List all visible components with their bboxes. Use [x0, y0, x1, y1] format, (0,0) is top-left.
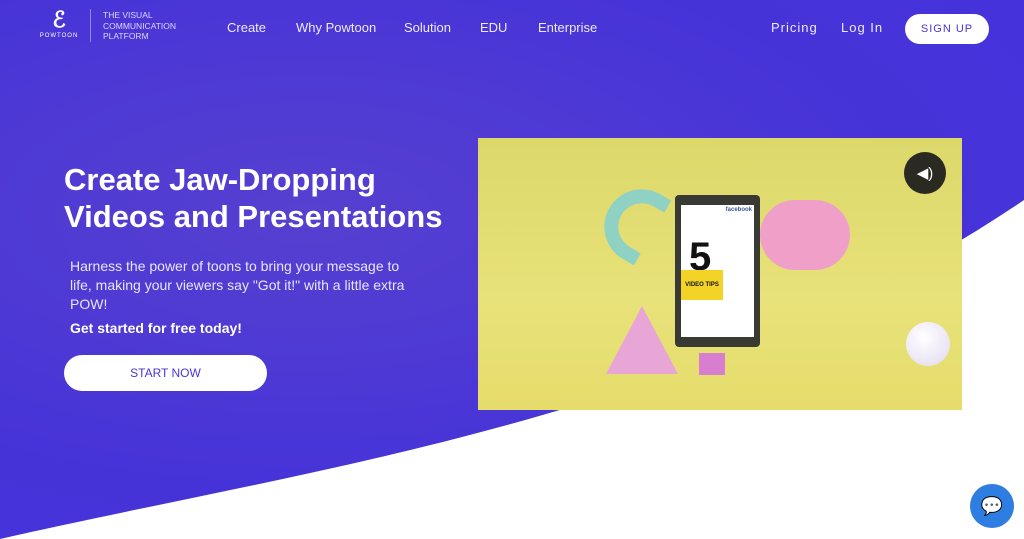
nav-create[interactable]: Create	[227, 20, 266, 35]
nav-login[interactable]: Log In	[841, 20, 883, 35]
tagline-line: PLATFORM	[103, 31, 149, 41]
logo-word: POWTOON	[39, 33, 79, 39]
sphere-shape	[906, 322, 950, 366]
cone-shape	[606, 306, 678, 374]
signup-button[interactable]: SIGN UP	[905, 14, 989, 44]
nav-enterprise[interactable]: Enterprise	[538, 20, 597, 35]
cube-shape	[699, 353, 725, 375]
title-line: Videos and Presentations	[64, 199, 443, 234]
start-now-button[interactable]: START NOW	[64, 355, 267, 391]
hero-video[interactable]: facebook 5 VIDEO TIPS	[478, 138, 962, 410]
divider	[90, 9, 91, 42]
blob-shape	[760, 200, 850, 270]
facebook-label: facebook	[725, 207, 752, 213]
title-line: Create Jaw-Dropping	[64, 162, 376, 197]
logo-mark-icon: ℰ	[52, 7, 66, 32]
tagline: THE VISUAL COMMUNICATION PLATFORM	[103, 10, 176, 42]
arch-shape	[590, 175, 672, 266]
tagline-line: THE VISUAL	[103, 10, 153, 20]
nav-pricing[interactable]: Pricing	[771, 20, 818, 35]
video-tips-label: VIDEO TIPS	[681, 270, 723, 300]
chat-icon[interactable]: 💬	[970, 484, 1014, 528]
hero-description: Harness the power of toons to bring your…	[70, 258, 405, 312]
nav-why-powtoon[interactable]: Why Powtoon	[296, 20, 376, 35]
nav-solution[interactable]: Solution	[404, 20, 451, 35]
hero-cta-text: Get started for free today!	[70, 320, 242, 336]
powtoon-logo[interactable]: ℰ POWTOON	[38, 7, 80, 40]
nav-edu[interactable]: EDU	[480, 20, 507, 35]
phone-mockup: facebook 5 VIDEO TIPS	[675, 195, 760, 347]
tagline-line: COMMUNICATION	[103, 20, 177, 31]
speaker-icon[interactable]: ◀)	[904, 152, 946, 194]
hero-title: Create Jaw-Dropping Videos and Presentati…	[64, 161, 442, 235]
